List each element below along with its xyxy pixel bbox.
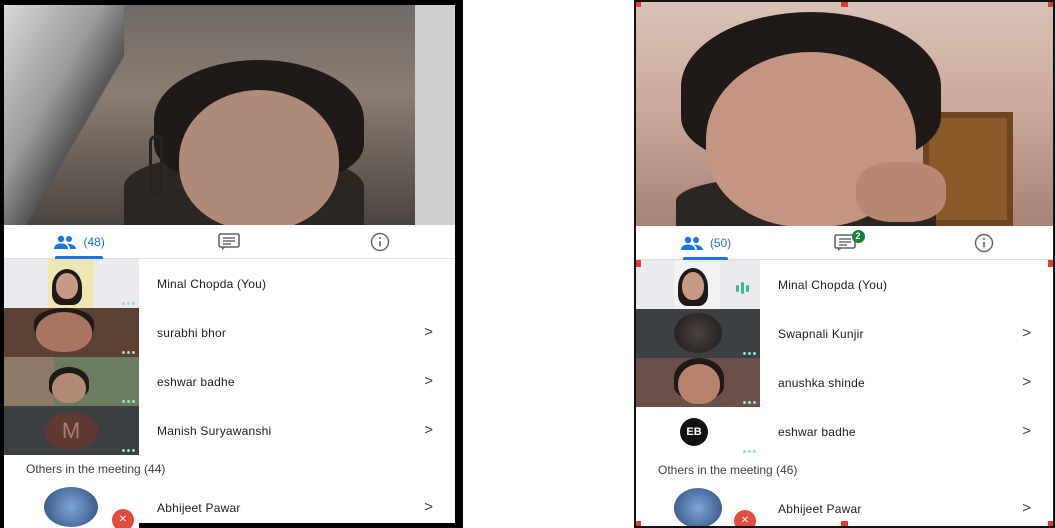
selection-handle[interactable]	[1048, 260, 1053, 267]
participant-row[interactable]: M Manish Suryawanshi >	[4, 406, 455, 455]
tab-people[interactable]: (50)	[636, 226, 775, 260]
chevron-right-icon[interactable]: >	[424, 323, 433, 340]
participant-name: surabhi bhor	[157, 325, 227, 340]
selection-handle[interactable]	[636, 521, 641, 526]
selection-handle[interactable]	[841, 521, 848, 526]
participant-row[interactable]: surabhi bhor >	[4, 308, 455, 357]
participant-name: Minal Chopda (You)	[778, 277, 888, 292]
panel-tabs: (48)	[4, 225, 455, 259]
selection-handle[interactable]	[636, 260, 641, 267]
participant-name: eshwar badhe	[157, 374, 235, 389]
meet-screenshot-right: (50) 2 Minal Chopda (You) Swapnali Kunji…	[634, 0, 1055, 528]
participant-thumbnail: ✕	[4, 483, 139, 528]
mic-off-icon: ✕	[734, 510, 756, 526]
participant-thumbnail	[4, 308, 139, 357]
tab-info[interactable]	[914, 226, 1053, 259]
chevron-right-icon[interactable]: >	[1022, 373, 1031, 390]
more-dots-icon	[122, 351, 135, 354]
participant-name: eshwar badhe	[778, 424, 856, 439]
others-section-header: Others in the meeting (44)	[26, 462, 166, 476]
participant-name: anushka shinde	[778, 375, 865, 390]
more-dots-icon	[743, 450, 756, 453]
chevron-right-icon[interactable]: >	[1022, 422, 1031, 439]
participant-thumbnail	[636, 260, 760, 309]
selection-handle[interactable]	[841, 2, 848, 7]
participant-row[interactable]: Minal Chopda (You)	[636, 260, 1053, 309]
info-icon	[974, 233, 993, 252]
participant-row[interactable]: anushka shinde >	[636, 358, 1053, 407]
chevron-right-icon[interactable]: >	[424, 421, 433, 438]
avatar: EB	[680, 418, 708, 446]
chevron-right-icon[interactable]: >	[424, 372, 433, 389]
participant-row[interactable]: eshwar badhe >	[4, 357, 455, 406]
participant-list: Minal Chopda (You) Swapnali Kunjir > anu…	[636, 260, 1053, 526]
more-dots-icon	[122, 302, 135, 305]
people-count: (48)	[83, 234, 105, 249]
participant-name: Abhijeet Pawar	[157, 500, 241, 515]
participant-thumbnail	[4, 259, 139, 308]
participant-name: Manish Suryawanshi	[157, 423, 272, 438]
participant-thumbnail	[636, 309, 760, 358]
avatar: M	[44, 412, 98, 450]
people-count: (50)	[709, 235, 732, 250]
more-dots-icon	[122, 400, 135, 403]
tab-chat[interactable]	[154, 225, 304, 258]
more-dots-icon	[743, 352, 756, 355]
participant-thumbnail: ✕	[636, 484, 760, 526]
main-video-tile	[636, 2, 1053, 226]
participant-row[interactable]: EB eshwar badhe >	[636, 407, 1053, 456]
chevron-right-icon[interactable]: >	[424, 498, 433, 515]
others-section-header: Others in the meeting (46)	[658, 463, 798, 477]
meet-screenshot-left: (48) Minal Chopda (You) surabhi bhor > e…	[0, 0, 463, 528]
participant-thumbnail: M	[4, 406, 139, 455]
chat-icon	[218, 232, 241, 250]
participant-thumbnail	[636, 358, 760, 407]
mic-off-icon: ✕	[112, 509, 134, 528]
more-dots-icon	[743, 401, 756, 404]
chevron-right-icon[interactable]: >	[1022, 499, 1031, 516]
people-icon	[680, 236, 703, 250]
participant-thumbnail	[4, 357, 139, 406]
panel-tabs: (50) 2	[636, 226, 1053, 260]
main-video-tile	[4, 5, 455, 225]
chevron-right-icon[interactable]: >	[1022, 324, 1031, 341]
participant-name: Abhijeet Pawar	[778, 501, 862, 516]
participant-name: Minal Chopda (You)	[157, 276, 267, 291]
tab-people[interactable]: (48)	[4, 225, 154, 259]
participant-list: Minal Chopda (You) surabhi bhor > eshwar…	[4, 259, 455, 528]
participant-thumbnail: EB	[636, 407, 760, 456]
audio-bars-icon	[736, 282, 749, 294]
participant-row[interactable]: Swapnali Kunjir >	[636, 309, 1053, 358]
tab-chat[interactable]: 2	[775, 226, 914, 259]
participant-name: Swapnali Kunjir	[778, 326, 864, 341]
selection-handle[interactable]	[1048, 2, 1053, 7]
info-icon	[370, 232, 390, 251]
selection-handle[interactable]	[636, 2, 641, 7]
people-icon	[54, 235, 77, 249]
participant-row[interactable]: Minal Chopda (You)	[4, 259, 455, 308]
tab-info[interactable]	[305, 225, 455, 258]
more-dots-icon	[122, 449, 135, 452]
selection-handle[interactable]	[1048, 521, 1053, 526]
chat-unread-badge: 2	[851, 230, 865, 243]
participant-row[interactable]: ✕ Abhijeet Pawar >	[4, 483, 455, 528]
